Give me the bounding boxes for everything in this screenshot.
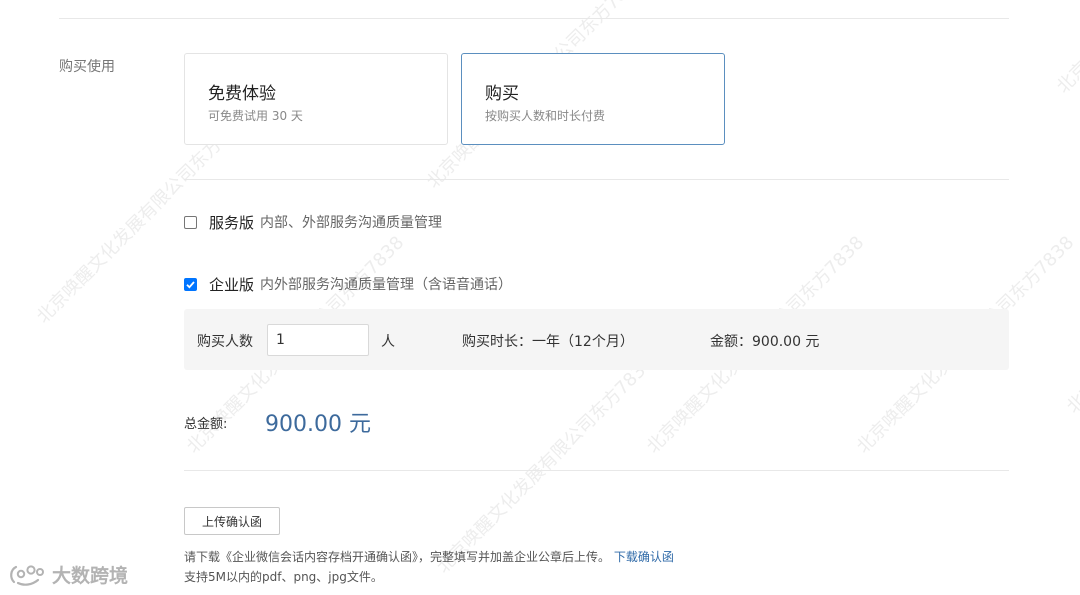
enterprise-edition-checkbox[interactable] <box>184 277 197 291</box>
total-label: 总金额: <box>184 417 228 432</box>
plans-divider <box>184 179 1009 180</box>
watermark: 北京唤醒文化发展有限公司东方7838 <box>432 352 659 578</box>
watermark: 北京唤醒文化发展有限公司东方7838 <box>1050 0 1080 98</box>
section-label: 购买使用 <box>59 59 115 75</box>
purchase-amount: 金额：900.00 元 <box>710 334 820 350</box>
purchase-duration: 购买时长：一年（12个月） <box>462 334 634 350</box>
seats-label: 购买人数 <box>197 334 253 350</box>
check-icon <box>186 280 195 289</box>
edition-name: 服务版 <box>209 213 255 232</box>
download-confirmation-link[interactable]: 下载确认函 <box>614 550 674 564</box>
total-divider <box>184 470 1009 471</box>
upload-note-text: 请下载《企业微信会话内容存档开通确认函》，完整填写并加盖企业公章后上传。 <box>184 550 611 564</box>
purchase-page: 北京唤醒文化发展有限公司东方7838 北京唤醒文化发展有限公司东方7838 北京… <box>0 0 1080 595</box>
upload-format-note: 支持5M以内的pdf、png、jpg文件。 <box>184 570 383 584</box>
edition-row-enterprise: 企业版 内外部服务沟通质量管理（含语音通话） <box>184 273 512 295</box>
brand-logo-icon <box>10 564 44 586</box>
brand-watermark: 大数跨境 <box>8 561 128 588</box>
total-value: 900.00 元 <box>265 412 371 437</box>
top-divider <box>59 18 1009 19</box>
edition-description: 内部、外部服务沟通质量管理 <box>260 215 443 231</box>
plan-title: 购买 <box>485 84 519 104</box>
upload-note: 请下载《企业微信会话内容存档开通确认函》，完整填写并加盖企业公章后上传。 下载确… <box>184 548 674 565</box>
plan-description: 可免费试用 30 天 <box>208 109 303 123</box>
plan-card-purchase[interactable]: 购买 按购买人数和时长付费 <box>461 53 725 145</box>
edition-name: 企业版 <box>209 275 255 294</box>
purchase-details-box: 购买人数 人 购买时长：一年（12个月） 金额：900.00 元 <box>184 309 1009 370</box>
upload-confirmation-button[interactable]: 上传确认函 <box>184 507 280 535</box>
plan-card-free-trial[interactable]: 免费体验 可免费试用 30 天 <box>184 53 448 145</box>
brand-name: 大数跨境 <box>52 565 129 587</box>
seats-unit: 人 <box>381 334 395 350</box>
edition-row-service: 服务版 内部、外部服务沟通质量管理 <box>184 211 442 233</box>
plan-description: 按购买人数和时长付费 <box>485 109 606 123</box>
service-edition-checkbox[interactable] <box>184 215 197 229</box>
edition-description: 内外部服务沟通质量管理（含语音通话） <box>260 277 513 293</box>
plan-title: 免费体验 <box>208 84 276 104</box>
watermark: 北京唤醒文化发展有限公司东方7838 <box>1062 192 1080 418</box>
seats-input[interactable] <box>267 324 369 356</box>
